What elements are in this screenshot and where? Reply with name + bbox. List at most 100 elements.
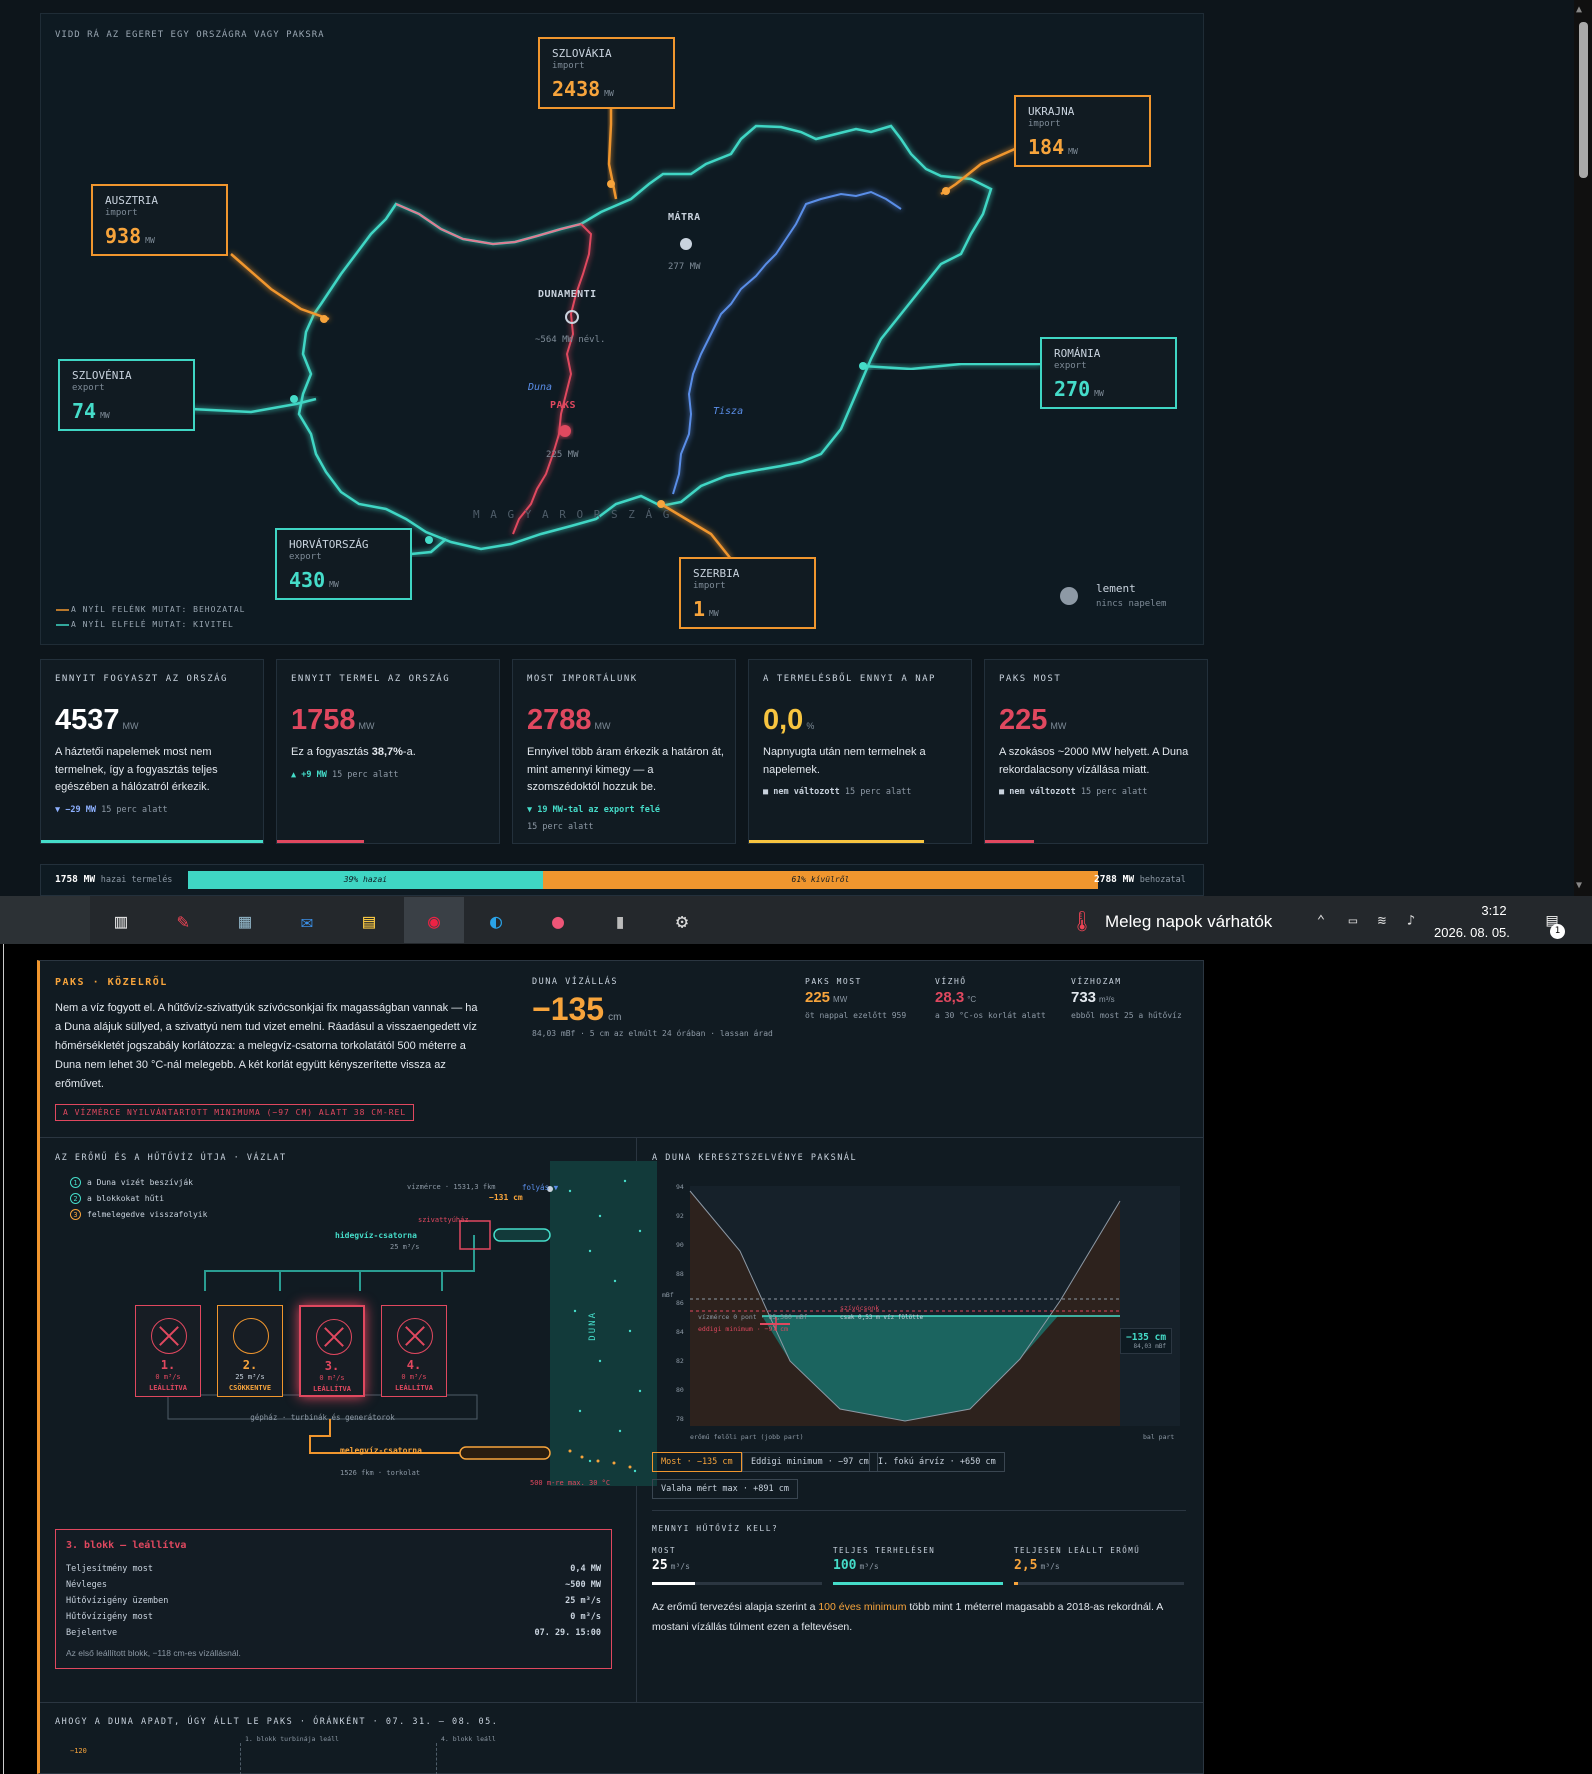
detail-value: ~500 MW xyxy=(565,1580,601,1590)
edge-icon[interactable]: ◐ xyxy=(480,905,512,937)
microphone-icon[interactable]: ▮ xyxy=(604,905,636,937)
cooling-value: 100 m³/s xyxy=(833,1558,879,1573)
country-box-szerbia[interactable]: SZERBIA import 1 MW xyxy=(679,557,816,629)
flow-szerbia xyxy=(660,502,732,560)
settings-gear-icon[interactable]: ⚙ xyxy=(666,905,698,937)
cooling-title: MENNYI HŰTŐVÍZ KELL? xyxy=(652,1524,779,1533)
volume-icon[interactable]: ♪ xyxy=(1395,905,1427,937)
country-type: export xyxy=(72,383,105,393)
task-view-icon[interactable]: ▥ xyxy=(105,905,137,937)
scrollbar-thumb[interactable] xyxy=(1579,22,1588,178)
cooling-track xyxy=(652,1582,822,1585)
country-value: 1 MW xyxy=(693,597,719,621)
clock-time[interactable]: 3:12 xyxy=(1464,903,1524,918)
country-box-romania[interactable]: ROMÁNIA export 270 MW xyxy=(1040,337,1177,409)
card-bar xyxy=(277,840,364,843)
card-paks: PAKS MOST 225 MW A szokásos ~2000 MW hely… xyxy=(984,659,1208,844)
y-tick: 86 xyxy=(676,1299,684,1307)
block-flow: 0 m³/s xyxy=(319,1374,345,1382)
card-change: ■ nem változott 15 perc alatt xyxy=(763,787,912,797)
block-number: 3. xyxy=(324,1359,340,1373)
flow-dot xyxy=(290,395,298,403)
country-box-szlovakia[interactable]: SZLOVÁKIA import 2438 MW xyxy=(538,37,675,109)
country-name: SZLOVÉNIA xyxy=(72,369,132,382)
card-change: ▼ −29 MW 15 perc alatt xyxy=(55,805,168,815)
cooling-value: 2,5 m³/s xyxy=(1014,1558,1060,1573)
scroll-down-icon[interactable]: ▼ xyxy=(1576,880,1582,891)
country-box-ukrajna[interactable]: UKRAJNA import 184 MW xyxy=(1014,95,1151,167)
event-2-label: 4. blokk leáll xyxy=(441,1735,496,1743)
scenario-max-button[interactable]: Valaha mért max · +891 cm xyxy=(652,1479,798,1499)
ratio-foreign: 61% kívülről xyxy=(542,871,1098,889)
y-tick: 80 xyxy=(676,1386,684,1394)
block-number: 4. xyxy=(406,1358,422,1372)
country-name: AUSZTRIA xyxy=(105,194,158,207)
cooling-fill xyxy=(652,1582,695,1585)
block-3[interactable]: 3. 0 m³/s LEÁLLÍTVA xyxy=(299,1305,365,1397)
card-value: 0,0% xyxy=(763,704,815,736)
border-highlight xyxy=(395,203,582,246)
paks-plant-dot[interactable] xyxy=(559,425,571,437)
stat-label: VÍZHŐ xyxy=(935,977,967,986)
mail-icon[interactable]: ✉ xyxy=(291,905,323,937)
country-box-szlovenia[interactable]: SZLOVÉNIA export 74 MW xyxy=(58,359,195,431)
map-panel: VIDD RÁ AZ EGERET EGY ORSZÁGRA VAGY PAKS… xyxy=(40,13,1204,645)
clock-date[interactable]: 2026. 08. 05. xyxy=(1434,925,1510,940)
paks-panel: PAKS · KÖZELRŐL Nem a víz fogyott el. A … xyxy=(37,960,1204,1774)
block-2[interactable]: 2. 25 m³/s CSÖKKENTVE xyxy=(217,1305,283,1397)
timeline-y-tick: −120 xyxy=(70,1747,87,1755)
color-app-icon[interactable]: ● xyxy=(542,905,574,937)
card-label: MOST IMPORTÁLUNK xyxy=(527,674,638,684)
level-label: DUNA VÍZÁLLÁS xyxy=(532,977,619,987)
detail-key: Bejelentve xyxy=(66,1628,118,1638)
duna-vertical-label: DUNA xyxy=(588,1311,598,1341)
close-icon xyxy=(316,1319,352,1355)
cooling-fill xyxy=(1014,1582,1019,1585)
divider xyxy=(40,1137,1204,1138)
card-text: A szokásos ~2000 MW helyett. A Duna reko… xyxy=(999,746,1189,776)
moon-icon xyxy=(1060,587,1078,605)
divider xyxy=(40,1702,1204,1703)
country-type: export xyxy=(1054,361,1087,371)
scenario-now-button[interactable]: Most · −135 cm xyxy=(652,1452,742,1472)
block-1[interactable]: 1. 0 m³/s LEÁLLÍTVA xyxy=(135,1305,201,1397)
country-box-ausztria[interactable]: AUSZTRIA import 938 MW xyxy=(91,184,228,256)
taskbar-left xyxy=(0,896,90,944)
card-bar xyxy=(749,840,925,843)
store-icon[interactable]: ▤ xyxy=(353,905,385,937)
intake-sub: csak 0,53 m víz fölötte xyxy=(840,1314,924,1321)
detail-value: 07. 29. 15:00 xyxy=(534,1628,601,1638)
country-value: 430 MW xyxy=(289,568,339,592)
card-text: A háztetői napelemek most nem termelnek,… xyxy=(55,746,218,793)
block-state: LEÁLLÍTVA xyxy=(313,1385,351,1393)
stat-label: VÍZHOZAM xyxy=(1071,977,1122,986)
ratio-track: 39% hazai 61% kívülről xyxy=(188,871,1098,889)
y-tick: 82 xyxy=(676,1357,684,1365)
duna-river xyxy=(512,223,593,535)
scenario-min-button[interactable]: Eddigi minimum · −97 cm xyxy=(742,1452,878,1472)
duna-label: Duna xyxy=(528,382,553,393)
country-box-horvatorszag[interactable]: HORVÁTORSZÁG export 430 MW xyxy=(275,528,412,600)
stat-label: PAKS MOST xyxy=(805,977,862,986)
block-number: 1. xyxy=(160,1358,176,1372)
close-icon xyxy=(151,1318,187,1354)
timeline-title: AHOGY A DUNA APADT, ÚGY ÁLLT LE PAKS · Ó… xyxy=(55,1717,499,1727)
card-text: Napnyugta után nem termelnek a napelemek… xyxy=(763,746,926,776)
scenario-flood-button[interactable]: I. fokú árvíz · +650 cm xyxy=(869,1452,1005,1472)
calculator-icon[interactable]: ▦ xyxy=(229,905,261,937)
wifi-icon[interactable]: ≋ xyxy=(1366,905,1398,937)
paks-label: PAKS xyxy=(550,400,577,411)
chevron-up-icon[interactable]: ⌃ xyxy=(1305,905,1337,937)
stat-sub: öt nappal ezelőtt 959 xyxy=(805,1011,907,1020)
battery-icon[interactable]: ▭ xyxy=(1337,905,1369,937)
paks-title: PAKS · KÖZELRŐL xyxy=(55,977,168,988)
matra-plant-dot[interactable] xyxy=(680,238,692,250)
y-tick: 92 xyxy=(676,1212,684,1220)
flow-direction[interactable]: folyás ▼ xyxy=(522,1183,558,1192)
scroll-up-icon[interactable]: ▲ xyxy=(1576,4,1582,15)
weather-text[interactable]: Meleg napok várhatók xyxy=(1105,912,1272,932)
paint-app-icon[interactable]: ✎ xyxy=(167,905,199,937)
chrome-icon[interactable]: ◉ xyxy=(418,905,450,937)
block-4[interactable]: 4. 0 m³/s LEÁLLÍTVA xyxy=(381,1305,447,1397)
country-name: HORVÁTORSZÁG xyxy=(289,538,369,551)
